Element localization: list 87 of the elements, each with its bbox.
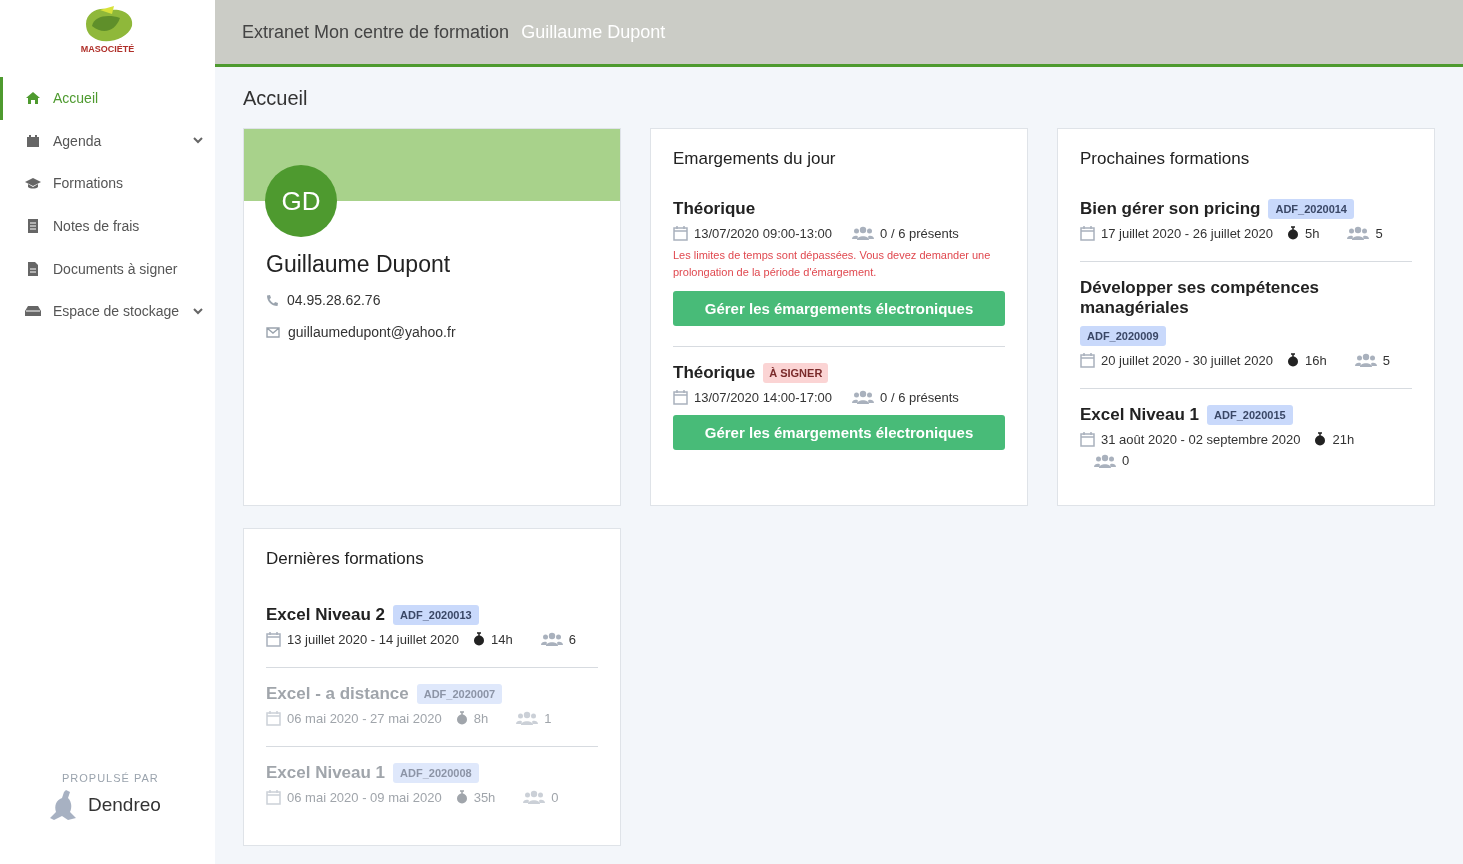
training-duration: 21h (1332, 431, 1355, 447)
calendar-icon (673, 225, 688, 241)
group-icon (540, 632, 563, 646)
chevron-down-icon (193, 307, 203, 315)
document-icon (25, 261, 41, 276)
training-dates: 06 mai 2020 - 27 mai 2020 (287, 710, 442, 726)
participant-count: 5 (1382, 352, 1390, 368)
training-code-badge: ADF_2020009 (1080, 326, 1166, 346)
participant-count: 1 (544, 710, 552, 726)
calendar-icon (1080, 352, 1095, 368)
envelope-icon (266, 326, 280, 338)
attendance-count: 0 / 6 présents (880, 225, 959, 241)
participant-count: 0 (551, 789, 559, 805)
calendar-icon (266, 789, 281, 805)
card-title: Dernières formations (266, 549, 425, 569)
session-datetime: 13/07/2020 09:00-13:00 (694, 225, 833, 241)
sidebar-item[interactable]: Notes de frais (0, 204, 215, 248)
training-duration: 16h (1305, 352, 1327, 368)
stopwatch-icon (473, 632, 485, 646)
training-duration: 5h (1305, 225, 1320, 241)
training-title[interactable]: Excel Niveau 2 (266, 605, 386, 625)
training-dates: 20 juillet 2020 - 30 juillet 2020 (1101, 352, 1273, 368)
training-dates: 13 juillet 2020 - 14 juillet 2020 (287, 631, 459, 647)
training-code-badge: ADF_2020007 (416, 684, 503, 704)
attendance-count: 0 / 6 présents (880, 389, 959, 405)
page-title: Accueil (243, 87, 309, 110)
graduation-cap-icon (25, 177, 41, 190)
card-title: Prochaines formations (1080, 149, 1251, 169)
stopwatch-icon (1314, 432, 1327, 446)
training-title[interactable]: Excel Niveau 1 (1080, 405, 1200, 425)
group-icon (523, 790, 546, 804)
group-icon (852, 226, 875, 240)
training-dates: 06 mai 2020 - 09 mai 2020 (287, 789, 442, 805)
email-address: guillaumedupont@yahoo.fr (288, 324, 456, 340)
calendar-icon (1080, 225, 1095, 241)
participant-count: 6 (568, 631, 576, 647)
training-code-badge: ADF_2020013 (393, 605, 479, 625)
training-dates: 31 août 2020 - 02 septembre 2020 (1101, 431, 1301, 447)
logo-text: MASOCIÉTÉ (80, 44, 135, 54)
participant-count: 5 (1375, 225, 1383, 241)
stopwatch-icon (1287, 226, 1299, 240)
training-duration: 14h (491, 631, 513, 647)
calendar-icon (266, 710, 281, 726)
training-code-badge: ADF_2020015 (1207, 405, 1293, 425)
stopwatch-icon (455, 790, 468, 804)
powered-by-caption: PROPULSÉ PAR (62, 772, 160, 784)
hard-drive-icon (25, 305, 41, 318)
training-duration: 35h (473, 789, 496, 805)
group-icon (516, 711, 539, 725)
brand-name: Dendreo (88, 794, 161, 816)
training-title[interactable]: Bien gérer son pricing (1080, 199, 1261, 219)
sidebar-item[interactable]: Agenda (0, 119, 215, 163)
calendar-icon (673, 389, 688, 405)
training-dates: 17 juillet 2020 - 26 juillet 2020 (1101, 225, 1273, 241)
calendar-icon (266, 631, 281, 647)
chevron-down-icon (193, 137, 203, 145)
group-icon (1347, 226, 1370, 240)
receipt-icon (25, 219, 41, 234)
training-duration: 8h (473, 710, 489, 726)
group-icon (1354, 353, 1377, 367)
training-code-badge: ADF_2020014 (1268, 199, 1354, 219)
phone-number: 04.95.28.62.76 (287, 292, 381, 308)
group-icon (852, 390, 875, 404)
header-title: Extranet Mon centre de formation (242, 21, 510, 43)
calendar-icon (1080, 431, 1095, 447)
sidebar-item[interactable]: Formations (0, 162, 215, 205)
session-title: Théorique (673, 199, 756, 219)
user-name: Guillaume Dupont (521, 21, 666, 43)
stopwatch-icon (1287, 353, 1299, 367)
sidebar-item[interactable]: Espace de stockage (0, 289, 215, 333)
session-datetime: 13/07/2020 14:00-17:00 (694, 389, 833, 405)
participant-count: 0 (1122, 453, 1130, 468)
stopwatch-icon (455, 711, 468, 725)
training-title[interactable]: Développer ses compétences managériales (1080, 278, 1412, 318)
profile-name: Guillaume Dupont (266, 251, 452, 278)
session-title: Théorique (673, 363, 756, 383)
home-icon (25, 91, 41, 106)
training-code-badge: ADF_2020008 (393, 763, 479, 783)
sidebar-item[interactable]: Documents à signer (0, 247, 215, 290)
warning-message: Les limites de temps sont dépassées. Vous devez demander une prolongation de la période d'émargement. (673, 248, 992, 280)
group-icon (1094, 453, 1116, 468)
avatar: GD (265, 165, 337, 237)
phone-icon (266, 293, 279, 307)
status-badge: À SIGNER (763, 363, 829, 383)
frog-icon (48, 788, 78, 822)
card-title: Emargements du jour (673, 149, 837, 169)
calendar-icon (25, 133, 41, 148)
